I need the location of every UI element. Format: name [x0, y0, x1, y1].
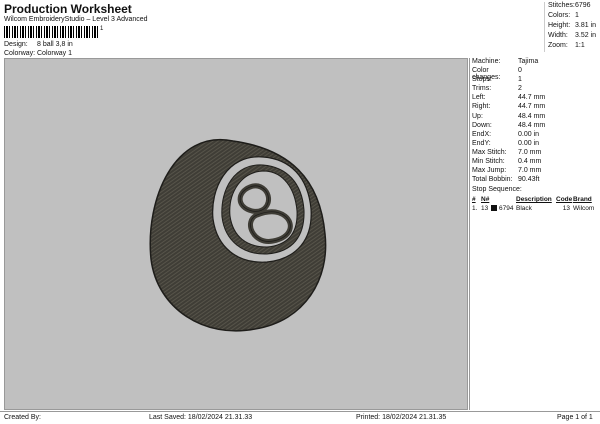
property-row: Up: 48.4 mm [470, 113, 600, 122]
page-title: Production Worksheet [4, 2, 132, 16]
stat-row: Zoom: 1:1 [548, 42, 600, 52]
design-preview[interactable] [4, 58, 468, 410]
property-label: Total Bobbin: [472, 176, 513, 184]
property-row: Left: 44.7 mm [470, 94, 600, 103]
stats-panel: Stitches: 6796 Colors: 1 Height: 3.81 in Wi… [544, 2, 600, 52]
design-row: Design: 8 ball 3,8 in [4, 41, 73, 48]
printed-date: Printed: 18/02/2024 21.31.35 [356, 414, 447, 421]
stop-sequence-title: Stop Sequence: [472, 186, 522, 194]
stat-value: 3.52 in [575, 32, 597, 39]
property-value: 7.0 mm [518, 167, 542, 175]
property-value: 0.00 in [518, 139, 540, 147]
property-value: Tajima [518, 58, 539, 65]
property-label: Right: [472, 103, 491, 111]
stat-row: Colors: 1 [548, 12, 600, 22]
property-label: Trims: [472, 85, 492, 93]
property-row: Max Jump: 7.0 mm [470, 167, 600, 176]
footer: Created By: Last Saved: 18/02/2024 21.31… [0, 411, 600, 424]
ball-outer-ring [149, 138, 327, 332]
property-value: 48.4 mm [518, 112, 546, 120]
property-value: 44.7 mm [518, 103, 546, 111]
colorway-value: Colorway 1 [37, 50, 73, 57]
property-value: 0.00 in [518, 130, 540, 138]
properties-panel: Machine: Tajima Color changes: 0 Stops: 1 T… [469, 58, 600, 410]
property-label: Left: [472, 94, 486, 102]
stat-value: 6796 [575, 2, 591, 9]
property-label: Up: [472, 112, 483, 120]
property-value: 0.4 mm [518, 158, 542, 166]
stop-table-header: # N# Description Code Brand [472, 196, 600, 205]
property-row: Right: 44.7 mm [470, 103, 600, 112]
stat-label: Colors: [548, 12, 571, 19]
stat-label: Zoom: [548, 42, 568, 49]
property-label: Color changes: [472, 67, 501, 82]
design-label: Design: [4, 41, 28, 48]
property-value: 0 [518, 67, 522, 75]
stat-value: 1:1 [575, 42, 585, 49]
property-label: Max Jump: [472, 167, 507, 175]
property-label: EndY: [472, 139, 491, 147]
property-row: EndX: 0.00 in [470, 131, 600, 140]
property-value: 90.43ft [518, 176, 540, 184]
property-row: EndY: 0.00 in [470, 140, 600, 149]
stat-row: Height: 3.81 in [548, 22, 600, 32]
property-row: Color changes: 0 [470, 67, 600, 82]
property-label: Machine: [472, 58, 501, 65]
colorway-row: Colorway: Colorway 1 [4, 50, 72, 57]
header-needle: N# [481, 196, 490, 204]
table-row[interactable]: 1. 13 6794 Black 13 Wilcom [472, 205, 600, 214]
property-label: EndX: [472, 130, 492, 138]
property-label: Min Stitch: [472, 158, 505, 166]
barcode [4, 26, 99, 38]
row-description: Black [516, 205, 532, 213]
property-label: Down: [472, 121, 492, 129]
stop-sequence-table: # N# Description Code Brand 1. 13 6794 B… [470, 196, 600, 214]
stat-label: Stitches: [548, 2, 575, 9]
8-ball-embroidery-icon [149, 138, 327, 332]
header-code: Code [556, 196, 573, 204]
row-stitches: 6794 [499, 205, 514, 213]
header-index: # [472, 196, 476, 204]
design-value: 8 ball 3,8 in [37, 41, 73, 48]
stat-label: Width: [548, 32, 568, 39]
row-brand: Wilcom [573, 205, 595, 213]
header-swatch [491, 196, 499, 205]
property-value: 1 [518, 76, 522, 84]
property-row: Max Stitch: 7.0 mm [470, 149, 600, 158]
property-label: Max Stitch: [472, 148, 507, 156]
property-row: Total Bobbin: 90.43ft [470, 176, 600, 185]
property-value: 44.7 mm [518, 94, 546, 102]
property-row: Stops: 1 [470, 76, 600, 85]
property-value: 48.4 mm [518, 121, 546, 129]
barcode-text: 1 [100, 26, 104, 32]
color-swatch-icon [491, 205, 499, 214]
property-label: Stops: [472, 76, 492, 84]
stat-value: 3.81 in [575, 22, 597, 29]
stat-row: Width: 3.52 in [548, 32, 600, 42]
stat-value: 1 [575, 12, 579, 19]
last-saved: Last Saved: 18/02/2024 21.31.33 [149, 414, 253, 421]
header-description: Description [516, 196, 552, 204]
page-number: Page 1 of 1 [557, 414, 593, 421]
header-stitches [499, 196, 516, 205]
created-by: Created By: [4, 414, 41, 421]
row-index: 1. [472, 205, 478, 213]
software-subtitle: Wilcom EmbroideryStudio – Level 3 Advanc… [4, 16, 148, 23]
property-row: Min Stitch: 0.4 mm [470, 158, 600, 167]
row-code: 13 [562, 205, 570, 213]
colorway-label: Colorway: [4, 50, 36, 57]
row-needle: 13 [481, 205, 489, 213]
property-row: Machine: Tajima [470, 58, 600, 67]
property-value: 2 [518, 85, 522, 93]
stat-label: Height: [548, 22, 571, 29]
property-value: 7.0 mm [518, 148, 542, 156]
property-row: Down: 48.4 mm [470, 122, 600, 131]
property-row: Trims: 2 [470, 85, 600, 94]
header-brand: Brand [573, 196, 592, 204]
stat-row: Stitches: 6796 [548, 2, 600, 12]
